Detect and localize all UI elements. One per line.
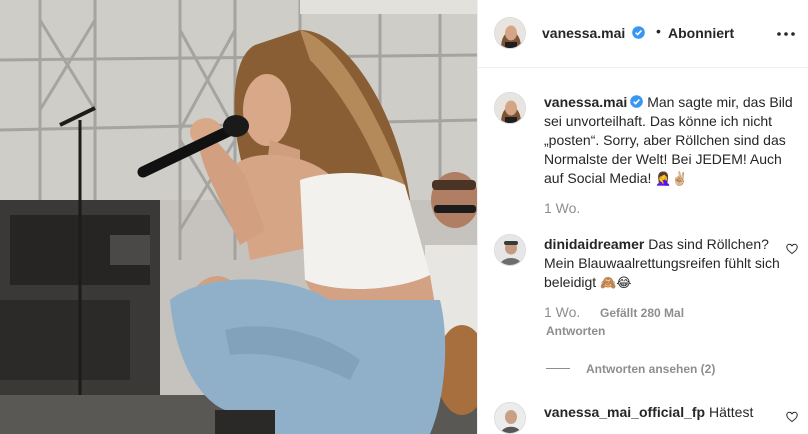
header-separator: •	[656, 23, 661, 39]
caption-text-block: vanessa.mai Man sagte mir, das Bild sei …	[544, 93, 794, 189]
comment-text-block: vanessa_mai_official_fp Hättest	[544, 403, 794, 422]
caption-emoji: 🤦‍♀️✌🏼	[655, 172, 688, 187]
comment-likes[interactable]: Gefällt 280 Mal	[600, 306, 684, 320]
replies-divider	[546, 368, 570, 369]
comment-age[interactable]: 1 Wo.	[544, 304, 580, 320]
post-photo-illustration	[0, 0, 477, 434]
three-dots-icon[interactable]	[774, 24, 798, 44]
commenter-avatar[interactable]	[494, 234, 526, 266]
caption-avatar[interactable]	[494, 92, 526, 124]
avatar-image	[495, 403, 525, 433]
commenter-avatar[interactable]	[494, 402, 526, 434]
author-username[interactable]: vanessa.mai	[542, 25, 645, 41]
verified-badge-icon	[632, 26, 645, 39]
comment-text-block: dinidaidreamer Das sind Röllchen? Mein B…	[544, 235, 794, 293]
avatar-image	[495, 235, 525, 265]
reply-button[interactable]: Antworten	[546, 324, 605, 338]
comment-username[interactable]: vanessa_mai_official_fp	[544, 404, 705, 420]
comment-emoji: 🙈😂	[600, 276, 632, 291]
verified-badge-icon	[630, 95, 644, 108]
comment-text: Hättest	[708, 404, 754, 420]
post-photo[interactable]	[0, 0, 477, 434]
comment-username[interactable]: dinidaidreamer	[544, 236, 644, 252]
avatar-image	[495, 18, 525, 48]
view-replies-button[interactable]: Antworten ansehen (2)	[586, 362, 715, 376]
author-avatar[interactable]	[494, 17, 526, 49]
post-header: vanessa.mai • Abonniert	[478, 0, 808, 68]
avatar-image	[495, 93, 525, 123]
caption-age[interactable]: 1 Wo.	[544, 200, 580, 216]
post-sidebar: vanessa.mai • Abonniert vanessa.mai Man …	[477, 0, 808, 434]
author-username-text[interactable]: vanessa.mai	[542, 25, 625, 41]
caption-username[interactable]: vanessa.mai	[544, 94, 627, 110]
follow-status-button[interactable]: Abonniert	[668, 25, 734, 41]
heart-icon[interactable]	[786, 411, 798, 423]
heart-icon[interactable]	[786, 243, 798, 255]
